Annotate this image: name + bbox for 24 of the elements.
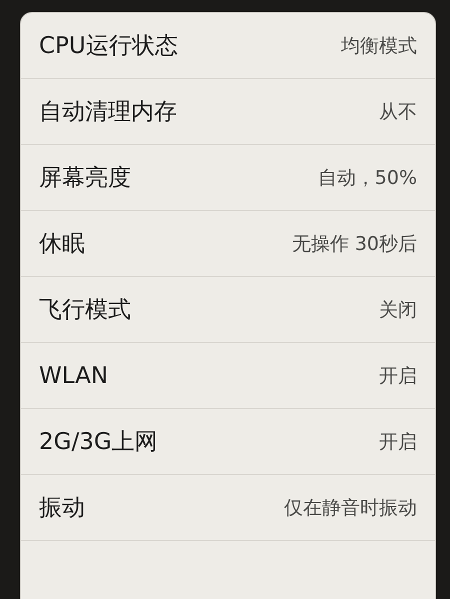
setting-value: 仅在静音时振动 bbox=[284, 496, 417, 520]
setting-label: 自动清理内存 bbox=[39, 98, 177, 127]
settings-row[interactable]: 2G/3G上网 开启 bbox=[21, 409, 435, 475]
setting-label: 休眠 bbox=[39, 230, 85, 259]
setting-label: WLAN bbox=[39, 362, 108, 388]
settings-row[interactable]: 屏幕亮度 自动，50% bbox=[21, 145, 435, 211]
setting-label: CPU运行状态 bbox=[39, 32, 178, 61]
setting-label: 屏幕亮度 bbox=[39, 164, 131, 193]
settings-row[interactable]: 自动清理内存 从不 bbox=[21, 79, 435, 145]
setting-value: 开启 bbox=[379, 364, 417, 388]
setting-value: 无操作 30秒后 bbox=[292, 232, 417, 256]
setting-value: 自动，50% bbox=[318, 166, 417, 190]
setting-value: 关闭 bbox=[379, 298, 417, 322]
settings-row[interactable]: 休眠 无操作 30秒后 bbox=[21, 211, 435, 277]
setting-value: 开启 bbox=[379, 430, 417, 454]
setting-value: 均衡模式 bbox=[341, 34, 417, 58]
settings-row[interactable]: 振动 仅在静音时振动 bbox=[21, 475, 435, 541]
setting-label: 2G/3G上网 bbox=[39, 428, 158, 457]
settings-row[interactable]: 飞行模式 关闭 bbox=[21, 277, 435, 343]
setting-label: 飞行模式 bbox=[39, 296, 131, 325]
setting-label: 振动 bbox=[39, 494, 85, 523]
settings-row[interactable]: CPU运行状态 均衡模式 bbox=[21, 13, 435, 79]
settings-row[interactable]: WLAN 开启 bbox=[21, 343, 435, 409]
setting-value: 从不 bbox=[379, 100, 417, 124]
